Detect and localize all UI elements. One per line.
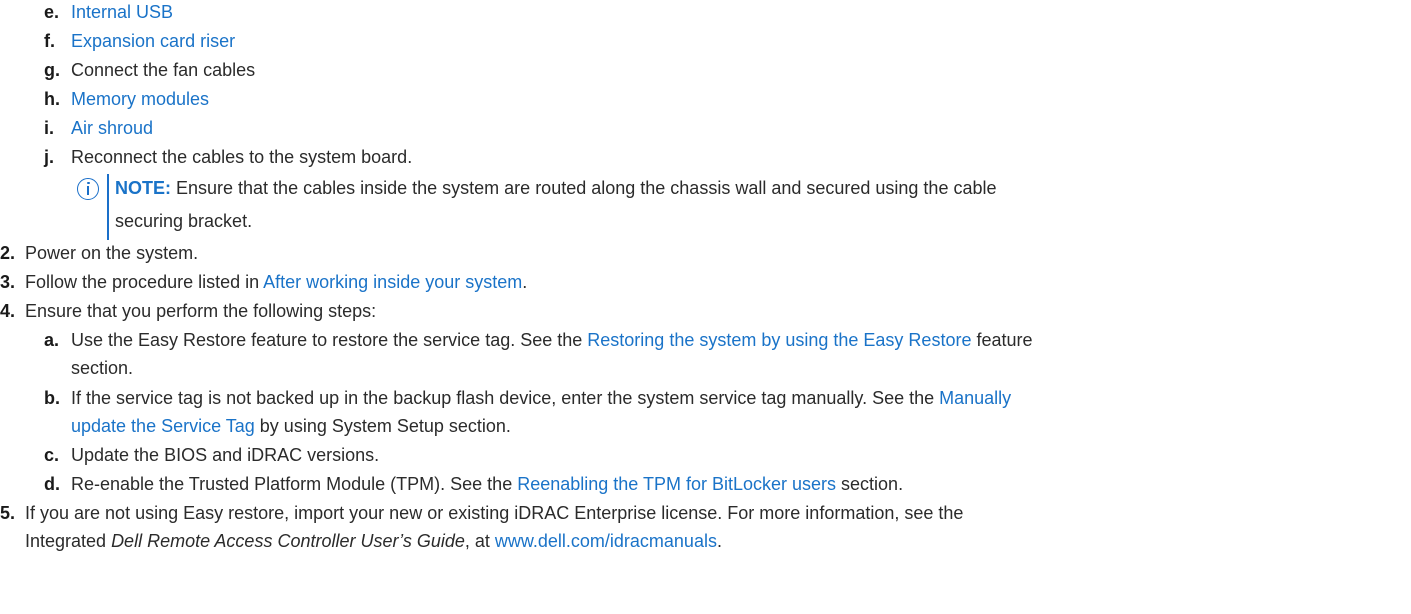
substep-letter: b.	[44, 388, 60, 408]
step-number: 5.	[0, 503, 16, 523]
note-text-cont: securing bracket.	[115, 211, 253, 231]
step-number: 2.	[0, 243, 16, 263]
update-service-tag-link[interactable]: update the Service Tag	[71, 416, 255, 436]
step-text: Power on the system.	[25, 243, 199, 263]
memory-modules-link[interactable]: Memory modules	[71, 87, 209, 111]
substep-text: Use the Easy Restore feature to restore …	[71, 330, 588, 350]
substep-letter: j.	[44, 147, 55, 167]
step-text-cont: Integrated	[25, 531, 112, 551]
info-circle-icon	[77, 178, 99, 200]
internal-usb-link[interactable]: Internal USB	[71, 0, 173, 24]
substep-4a-cont: section.	[71, 356, 133, 380]
substep-letter: f.	[44, 31, 55, 51]
substep-text: Reconnect the cables to the system board…	[71, 147, 413, 167]
step-text: If you are not using Easy restore, impor…	[25, 503, 964, 523]
step-number: 4.	[0, 301, 16, 321]
idracmanuals-link[interactable]: www.dell.com/idracmanuals	[495, 531, 717, 551]
substep-text: Update the BIOS and iDRAC versions.	[71, 445, 380, 465]
substep-text: Connect the fan cables	[71, 60, 256, 80]
step-text-mid: , at	[464, 531, 495, 551]
substep-letter: d.	[44, 474, 60, 494]
easy-restore-link[interactable]: Restoring the system by using the Easy R…	[587, 330, 971, 350]
substep-text-end: section.	[836, 474, 904, 494]
step-text-end: .	[716, 531, 722, 551]
note-text: Ensure that the cables inside the system…	[171, 178, 997, 198]
guide-title: Dell Remote Access Controller User’s Gui…	[111, 531, 465, 551]
step-number: 3.	[0, 272, 16, 292]
substep-letter: a.	[44, 330, 60, 350]
substep-text-cont: section.	[71, 358, 134, 378]
substep-letter: c.	[44, 445, 60, 465]
air-shroud-link[interactable]: Air shroud	[71, 116, 153, 140]
expansion-card-riser-link[interactable]: Expansion card riser	[71, 29, 235, 53]
substep-4b-cont: update the Service Tag by using System S…	[71, 414, 511, 438]
step-5-cont: Integrated Dell Remote Access Controller…	[25, 529, 722, 553]
note-accent-bar	[107, 174, 109, 240]
substep-text-end: feature	[971, 330, 1033, 350]
substep-text: Re-enable the Trusted Platform Module (T…	[71, 474, 518, 494]
note-label: NOTE:	[115, 178, 171, 198]
substep-text: If the service tag is not backed up in t…	[71, 388, 940, 408]
substep-text-cont: by using System Setup section.	[254, 416, 511, 436]
substep-letter: h.	[44, 89, 60, 109]
reenabling-tpm-link[interactable]: Reenabling the TPM for BitLocker users	[517, 474, 836, 494]
substep-letter: i.	[44, 118, 55, 138]
step-text-end: .	[522, 272, 528, 292]
note-line-2: securing bracket.	[115, 209, 252, 233]
note-line-1: NOTE: Ensure that the cables inside the …	[115, 176, 997, 200]
after-working-inside-link[interactable]: After working inside your system	[263, 272, 522, 292]
step-text: Follow the procedure listed in	[25, 272, 264, 292]
substep-letter: g.	[44, 60, 60, 80]
step-text: Ensure that you perform the following st…	[25, 301, 377, 321]
manually-update-link[interactable]: Manually	[939, 388, 1011, 408]
substep-letter: e.	[44, 2, 60, 22]
